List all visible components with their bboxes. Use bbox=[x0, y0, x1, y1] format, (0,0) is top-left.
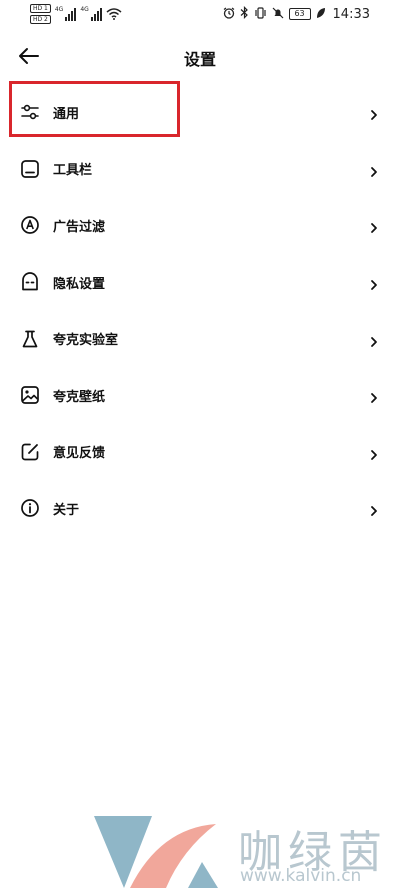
network-type-1: 4G bbox=[54, 6, 64, 13]
alarm-icon bbox=[223, 7, 235, 22]
chevron-right-icon bbox=[370, 276, 378, 290]
signal-icon: 4G bbox=[54, 6, 77, 21]
status-right: 63 14:33 bbox=[223, 4, 370, 24]
menu-item-lab[interactable]: 夸克实验室 bbox=[0, 310, 400, 367]
leaf-icon bbox=[316, 7, 326, 22]
status-left: HD 1 HD 2 4G 4G bbox=[30, 3, 122, 25]
menu-item-privacy[interactable]: 隐私设置 bbox=[0, 254, 400, 311]
wifi-icon bbox=[106, 8, 122, 20]
menu-item-toolbar[interactable]: 工具栏 bbox=[0, 141, 400, 198]
info-icon bbox=[20, 498, 40, 518]
menu-item-general[interactable]: 通用 bbox=[0, 84, 400, 141]
chevron-right-icon bbox=[370, 163, 378, 177]
settings-menu: 通用 工具栏 广告过滤 隐私设置 夸克实验室 夸克壁纸 意见反馈 关于 bbox=[0, 84, 400, 537]
menu-item-label: 夸克实验室 bbox=[53, 333, 119, 349]
menu-item-label: 通用 bbox=[53, 106, 80, 122]
chevron-right-icon bbox=[370, 106, 378, 121]
battery-icon: 63 bbox=[288, 8, 311, 20]
clock-time: 14:33 bbox=[332, 6, 370, 22]
ad-filter-icon bbox=[20, 215, 40, 235]
chevron-right-icon bbox=[370, 446, 378, 460]
menu-item-about[interactable]: 关于 bbox=[0, 480, 400, 537]
sliders-icon bbox=[20, 102, 40, 122]
watermark: 咖绿茵 www.kalvin.cn bbox=[90, 810, 400, 888]
watermark-url: www.kalvin.cn bbox=[240, 866, 362, 886]
network-type-2: 4G bbox=[80, 6, 89, 13]
flask-icon bbox=[20, 329, 40, 349]
menu-item-label: 广告过滤 bbox=[53, 219, 106, 235]
menu-item-label: 意见反馈 bbox=[53, 446, 106, 462]
menu-item-feedback[interactable]: 意见反馈 bbox=[0, 424, 400, 481]
menu-item-wallpaper[interactable]: 夸克壁纸 bbox=[0, 367, 400, 424]
sim-indicators: HD 1 HD 2 bbox=[30, 4, 51, 24]
menu-item-label: 关于 bbox=[53, 502, 80, 518]
privacy-mask-icon bbox=[20, 272, 40, 292]
bluetooth-icon bbox=[240, 6, 249, 22]
menu-item-label: 隐私设置 bbox=[53, 276, 106, 292]
watermark-logo-icon bbox=[94, 816, 218, 888]
toolbar-icon bbox=[20, 159, 40, 179]
chevron-right-icon bbox=[370, 219, 378, 234]
mute-bell-icon bbox=[272, 7, 284, 22]
signal-icon-2: 4G bbox=[80, 6, 102, 21]
sim2-badge: HD 2 bbox=[30, 15, 51, 24]
menu-item-label: 夸克壁纸 bbox=[53, 389, 106, 405]
sim1-badge: HD 1 bbox=[30, 4, 51, 13]
chevron-right-icon bbox=[370, 502, 378, 517]
header: 设置 bbox=[0, 36, 400, 76]
chevron-right-icon bbox=[370, 333, 378, 347]
feedback-edit-icon bbox=[20, 442, 40, 462]
menu-item-label: 工具栏 bbox=[53, 163, 93, 179]
status-bar: HD 1 HD 2 4G 4G 63 14:33 bbox=[0, 0, 400, 28]
vibrate-icon bbox=[254, 6, 267, 22]
chevron-right-icon bbox=[370, 389, 378, 404]
page-title: 设置 bbox=[183, 50, 216, 69]
wallpaper-icon bbox=[20, 385, 40, 405]
menu-item-ad-filter[interactable]: 广告过滤 bbox=[0, 197, 400, 254]
